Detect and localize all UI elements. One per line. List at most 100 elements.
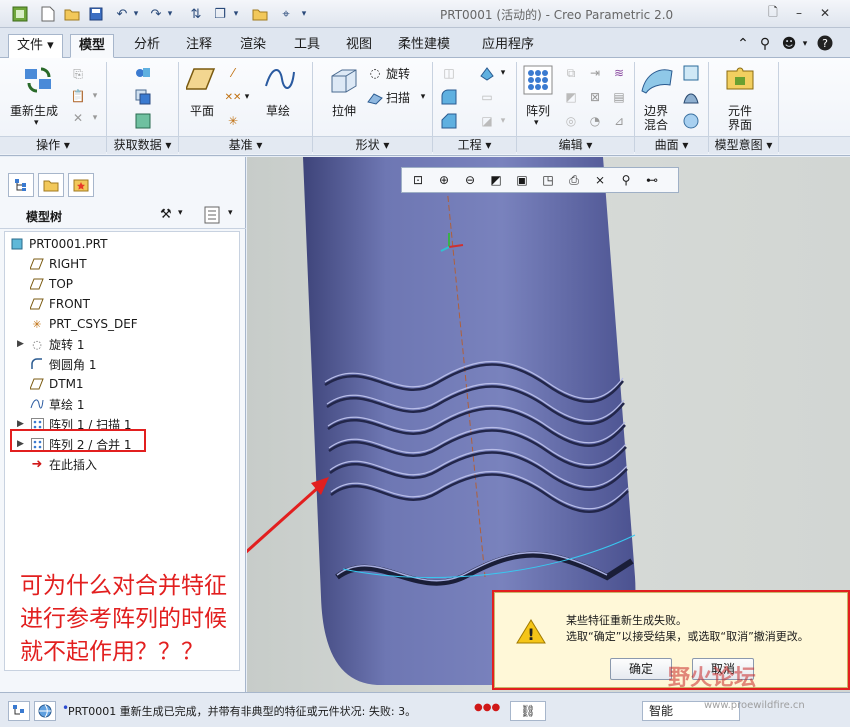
- group-operations[interactable]: 操作 ▾: [0, 136, 106, 154]
- sweep-dropdown-icon[interactable]: ▾: [418, 88, 428, 106]
- regen-status-icon[interactable]: ●●●: [474, 702, 504, 713]
- intersect-icon[interactable]: ⊠: [586, 88, 604, 106]
- redo-dropdown-icon[interactable]: ▾: [160, 4, 180, 24]
- group-model-intent[interactable]: 模型意图 ▾: [709, 136, 778, 154]
- regenerate-quick-icon[interactable]: ⇅: [186, 4, 206, 24]
- thicken-icon[interactable]: ▤: [610, 88, 628, 106]
- tab-analysis[interactable]: 分析: [126, 34, 168, 58]
- component-interface-label-2[interactable]: 界面: [728, 116, 752, 133]
- display-style-icon[interactable]: ▣: [510, 169, 534, 191]
- tree-item-top[interactable]: TOP: [29, 274, 73, 294]
- boundary-blend-label-2[interactable]: 混合: [644, 116, 668, 133]
- draft-icon[interactable]: ▭: [478, 88, 496, 106]
- revolve-label[interactable]: 旋转: [386, 65, 410, 82]
- minimize-button[interactable]: –: [788, 4, 810, 22]
- tree-item-round[interactable]: 倒圆角 1: [29, 354, 96, 374]
- offset-icon[interactable]: ◔: [586, 112, 604, 130]
- shrinkwrap-icon[interactable]: [134, 112, 152, 130]
- expand-arrow-icon[interactable]: ▶: [17, 419, 29, 429]
- search-icon[interactable]: ⚲: [756, 35, 774, 53]
- paste-dropdown-icon[interactable]: ▾: [90, 88, 100, 104]
- boundary-blend-icon[interactable]: [640, 64, 674, 96]
- model-tree-tab-icon[interactable]: [8, 173, 34, 197]
- round-icon[interactable]: [440, 88, 458, 106]
- rib-dropdown-icon[interactable]: ▾: [498, 112, 508, 130]
- copy-geometry-icon[interactable]: [134, 88, 152, 106]
- solidify-icon[interactable]: ⊿: [610, 112, 628, 130]
- settings-icon[interactable]: ⚒: [160, 207, 178, 225]
- regenerate-icon[interactable]: [22, 64, 56, 96]
- saved-views-icon[interactable]: ◳: [536, 169, 560, 191]
- pattern-label[interactable]: 阵列: [526, 102, 550, 119]
- tree-item-part[interactable]: PRT0001.PRT: [9, 234, 107, 254]
- close-window-folder-icon[interactable]: [250, 4, 270, 24]
- windows-dropdown-icon[interactable]: ▾: [226, 4, 246, 24]
- spin-center-icon[interactable]: ⚲: [614, 169, 638, 191]
- show-dropdown-icon[interactable]: ▾: [228, 208, 233, 218]
- style-icon[interactable]: [682, 88, 700, 106]
- tab-file[interactable]: 文件 ▾: [8, 34, 63, 58]
- sketch-label[interactable]: 草绘: [266, 102, 290, 119]
- zoom-in-icon[interactable]: ⊕: [432, 169, 456, 191]
- save-icon[interactable]: [86, 4, 106, 24]
- sweep-icon[interactable]: [366, 88, 384, 106]
- rib-icon[interactable]: ◪: [478, 112, 496, 130]
- refit-icon[interactable]: ⊡: [406, 169, 430, 191]
- hole-icon[interactable]: ◫: [440, 64, 458, 82]
- group-editing[interactable]: 编辑 ▾: [517, 136, 634, 154]
- revolve-icon[interactable]: ◌: [366, 64, 384, 82]
- group-datum[interactable]: 基准 ▾: [179, 136, 312, 154]
- close-button[interactable]: ✕: [814, 4, 836, 22]
- find-icon[interactable]: ⛓: [510, 701, 546, 721]
- tree-item-right[interactable]: RIGHT: [29, 254, 87, 274]
- chamfer-icon[interactable]: [440, 112, 458, 130]
- tree-item-front[interactable]: FRONT: [29, 294, 90, 314]
- regenerate-dropdown-icon[interactable]: ▾: [34, 118, 39, 128]
- pattern-dropdown-icon[interactable]: ▾: [534, 118, 539, 128]
- point-dropdown-icon[interactable]: ▾: [242, 88, 252, 106]
- new-file-icon[interactable]: [38, 4, 58, 24]
- view-manager-icon[interactable]: ⎙: [562, 169, 586, 191]
- tree-item-revolve[interactable]: ▶ ◌ 旋转 1: [17, 334, 84, 354]
- community-dropdown-icon[interactable]: ▾: [796, 35, 814, 53]
- tree-item-insert-here[interactable]: ➜ 在此插入: [29, 454, 97, 474]
- zoom-out-icon[interactable]: ⊖: [458, 169, 482, 191]
- collapse-ribbon-icon[interactable]: ⌃: [734, 35, 752, 53]
- user-defined-feature-icon[interactable]: [134, 64, 152, 82]
- folder-browser-tab-icon[interactable]: [38, 173, 64, 197]
- tab-applications[interactable]: 应用程序: [474, 34, 542, 58]
- group-get-data[interactable]: 获取数据 ▾: [107, 136, 178, 154]
- group-shapes[interactable]: 形状 ▾: [313, 136, 432, 154]
- tab-view[interactable]: 视图: [338, 34, 380, 58]
- freestyle-icon[interactable]: [682, 112, 700, 130]
- pattern-icon[interactable]: [522, 64, 554, 96]
- tree-item-sketch[interactable]: 草绘 1: [29, 394, 84, 414]
- extend-icon[interactable]: ⇥: [586, 64, 604, 82]
- fill-icon[interactable]: [682, 64, 700, 82]
- tab-model[interactable]: 模型: [70, 34, 115, 58]
- extrude-icon[interactable]: [328, 64, 360, 96]
- tree-item-dtm1[interactable]: DTM1: [29, 374, 84, 394]
- delete-icon[interactable]: ✕: [70, 110, 86, 126]
- annotation-display-icon[interactable]: ⊷: [640, 169, 664, 191]
- mirror-icon[interactable]: ⧉: [562, 64, 580, 82]
- tab-annotate[interactable]: 注释: [178, 34, 220, 58]
- tab-tools[interactable]: 工具: [286, 34, 328, 58]
- axis-icon[interactable]: ⁄: [224, 64, 242, 82]
- group-engineering[interactable]: 工程 ▾: [433, 136, 516, 154]
- tab-render[interactable]: 渲染: [232, 34, 274, 58]
- help-icon[interactable]: ?: [816, 35, 834, 53]
- shell-dropdown-icon[interactable]: ▾: [498, 64, 508, 82]
- point-icon[interactable]: ✕✕: [224, 88, 242, 106]
- component-interface-icon[interactable]: [722, 64, 758, 96]
- help-doc-icon[interactable]: 🗋: [762, 4, 784, 22]
- trim-icon[interactable]: ◩: [562, 88, 580, 106]
- ok-button[interactable]: 确定: [610, 658, 672, 680]
- settings-dropdown-icon[interactable]: ▾: [178, 208, 183, 218]
- repaint-icon[interactable]: ◩: [484, 169, 508, 191]
- expand-arrow-icon[interactable]: ▶: [17, 339, 29, 349]
- favorites-tab-icon[interactable]: [68, 173, 94, 197]
- tree-item-csys[interactable]: ✳ PRT_CSYS_DEF: [29, 314, 137, 334]
- show-icon[interactable]: [204, 206, 222, 224]
- plane-label[interactable]: 平面: [190, 102, 214, 119]
